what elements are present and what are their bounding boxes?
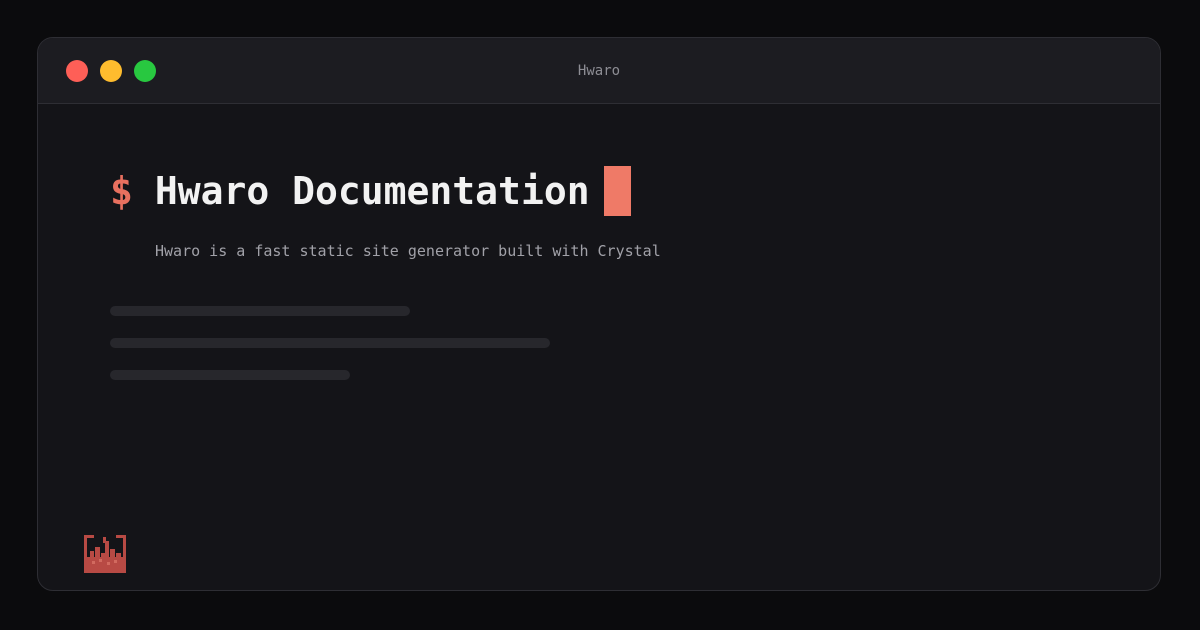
prompt-symbol: $ [110,169,133,213]
terminal-cursor [603,166,631,216]
placeholder-line [110,306,410,316]
page-subtitle: Hwaro is a fast static site generator bu… [155,242,661,260]
page-title: Hwaro Documentation [154,169,590,213]
page-heading: $ Hwaro Documentation [110,166,631,216]
window-title: Hwaro [577,63,621,79]
terminal-window: Hwaro $ Hwaro Documentation Hwaro is a f… [37,37,1161,591]
placeholder-line [110,370,350,380]
hwaro-logo-icon [84,535,126,573]
placeholder-line [110,338,550,348]
window-titlebar: Hwaro [38,38,1160,104]
